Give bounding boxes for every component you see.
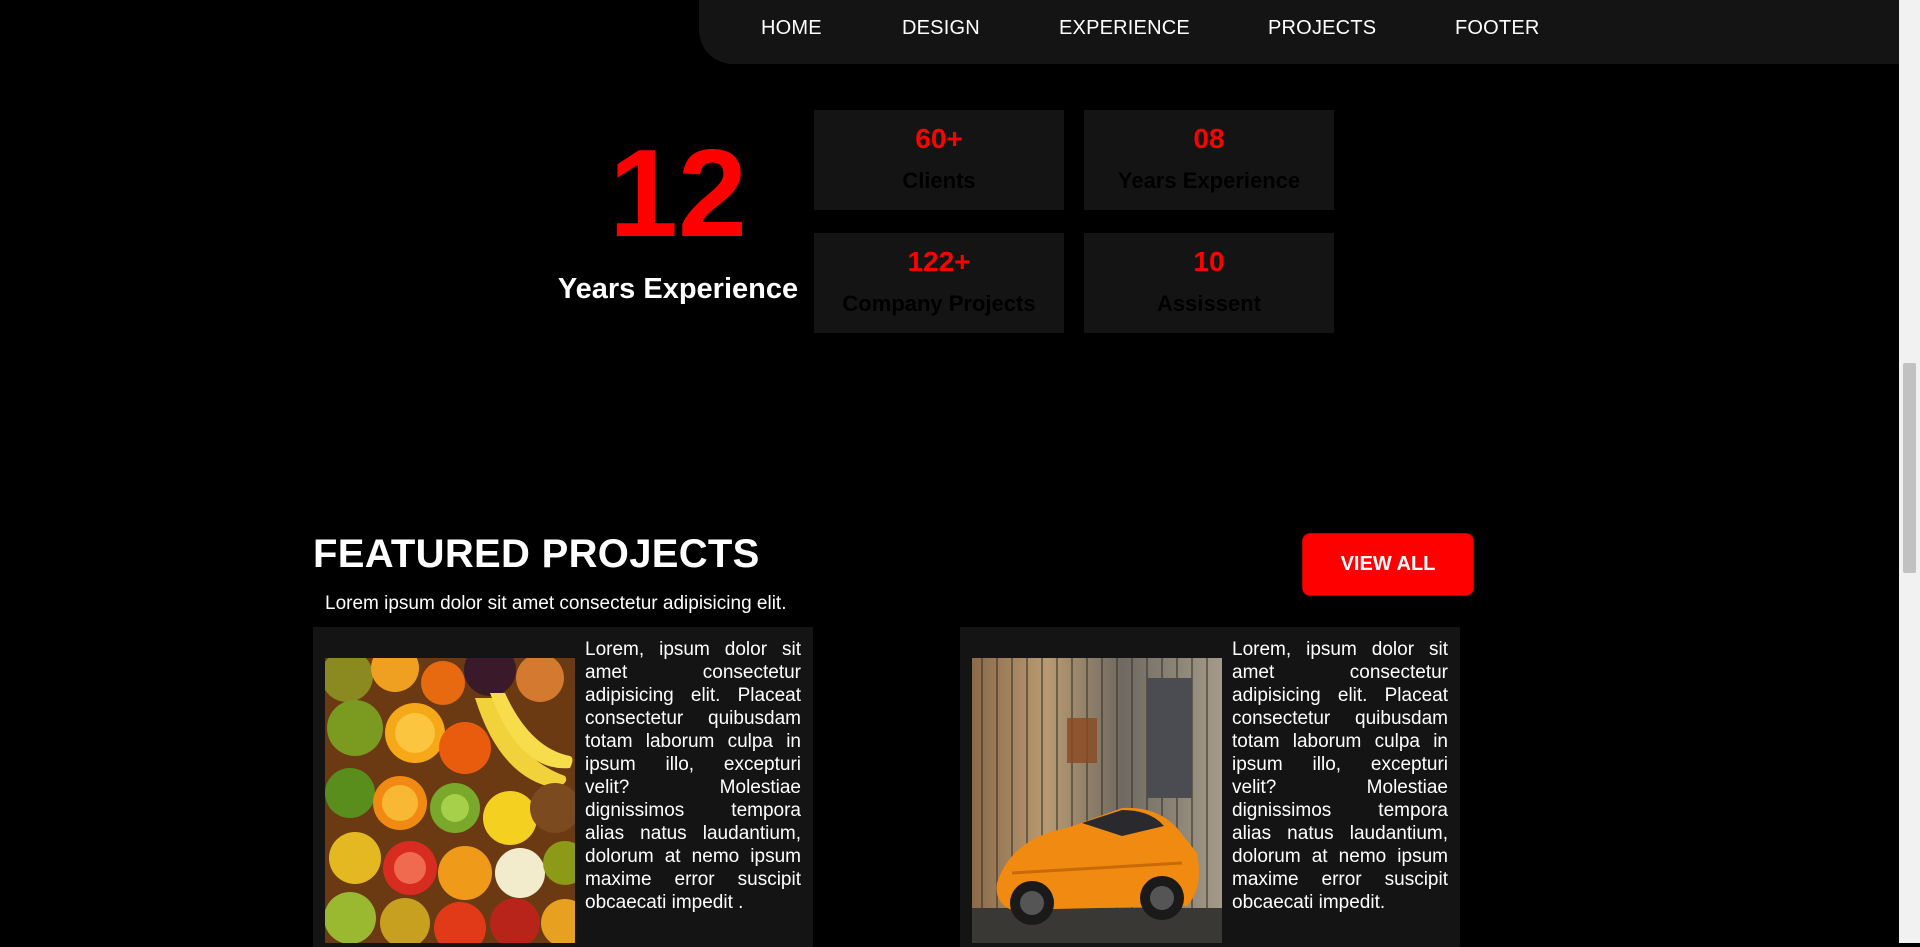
stat-card-clients: 60+ Clients xyxy=(814,110,1064,210)
stat-card-years: 08 Years Experience xyxy=(1084,110,1334,210)
project-description: Lorem, ipsum dolor sit amet consectetur … xyxy=(585,639,801,913)
scrollbar-thumb[interactable] xyxy=(1903,363,1916,573)
stat-value: 08 xyxy=(1193,123,1225,154)
nav-link-footer[interactable]: FOOTER xyxy=(1455,17,1540,40)
orange-sports-car-image xyxy=(972,658,1222,943)
nav-link-design[interactable]: DESIGN xyxy=(902,17,980,40)
stat-label: Years Experience xyxy=(1117,168,1301,193)
featured-projects-title: FEATURED PROJECTS xyxy=(313,532,760,576)
top-navbar: HOME DESIGN EXPERIENCE PROJECTS FOOTER xyxy=(699,0,1899,64)
stat-card-projects: 122+ Company Projects xyxy=(814,233,1064,333)
project-card[interactable]: Lorem, ipsum dolor sit amet consectetur … xyxy=(960,627,1460,947)
stat-value: 10 xyxy=(1193,246,1225,277)
stat-label: Company Projects xyxy=(842,291,1036,316)
stat-value: 60+ xyxy=(915,123,963,154)
experience-big-number: 12 xyxy=(609,125,747,263)
stat-label: Clients xyxy=(902,168,976,193)
experience-big-label: Years Experience xyxy=(557,273,799,305)
featured-projects-subtitle: Lorem ipsum dolor sit amet consectetur a… xyxy=(325,593,787,614)
stat-card-assistants: 10 Assissent xyxy=(1084,233,1334,333)
project-card[interactable]: Lorem, ipsum dolor sit amet consectetur … xyxy=(313,627,813,947)
project-description: Lorem, ipsum dolor sit amet consectetur … xyxy=(1232,639,1448,913)
view-all-button[interactable]: VIEW ALL xyxy=(1303,534,1473,595)
fruits-image xyxy=(325,658,575,943)
nav-link-projects[interactable]: PROJECTS xyxy=(1268,17,1376,40)
nav-link-home[interactable]: HOME xyxy=(761,17,822,40)
stat-label: Assissent xyxy=(1157,291,1261,316)
nav-link-experience[interactable]: EXPERIENCE xyxy=(1059,17,1190,40)
stat-value: 122+ xyxy=(907,246,971,277)
page-scrollbar[interactable] xyxy=(1899,0,1920,943)
